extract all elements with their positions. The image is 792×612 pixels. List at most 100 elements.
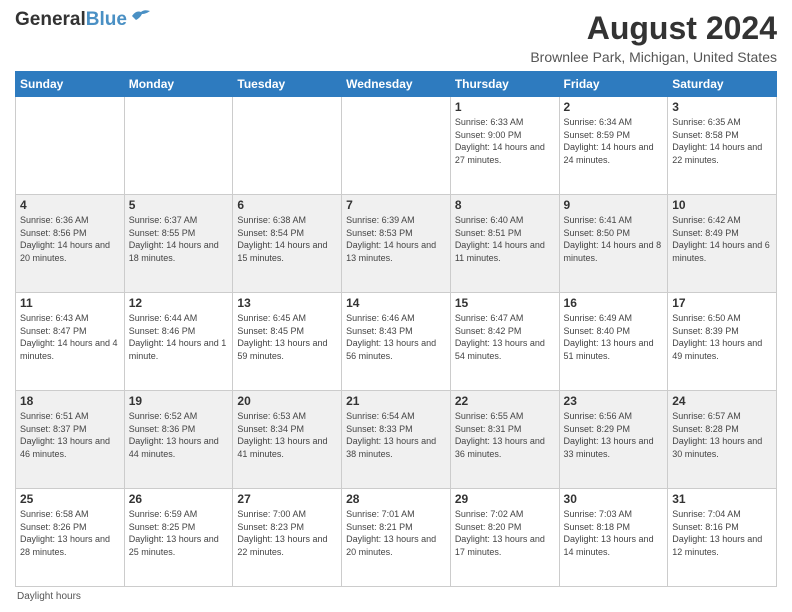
footer: Daylight hours bbox=[15, 591, 777, 602]
calendar-cell: 30Sunrise: 7:03 AM Sunset: 8:18 PM Dayli… bbox=[559, 489, 668, 587]
calendar-week-row: 4 Sunrise: 6:36 AM Sunset: 8:56 PM Daylig… bbox=[16, 195, 777, 293]
cell-data: Sunrise: 6:55 AM Sunset: 8:31 PM Dayligh… bbox=[455, 410, 555, 460]
calendar-week-row: 25Sunrise: 6:58 AM Sunset: 8:26 PM Dayli… bbox=[16, 489, 777, 587]
day-number: 15 bbox=[455, 296, 555, 310]
cell-data: Sunrise: 6:57 AM Sunset: 8:28 PM Dayligh… bbox=[672, 410, 772, 460]
calendar-cell: 17 Sunrise: 6:50 AM Sunset: 8:39 PM Dayli… bbox=[668, 293, 777, 391]
page: GeneralBlue August 2024 Brownlee Park, M… bbox=[0, 0, 792, 612]
cell-data: Sunrise: 6:43 AM Sunset: 8:47 PM Dayligh… bbox=[20, 312, 120, 362]
day-number: 9 bbox=[564, 198, 664, 212]
calendar-cell: 26 Sunrise: 6:59 AM Sunset: 8:25 PM Dayli… bbox=[124, 489, 233, 587]
day-number: 28 bbox=[346, 492, 446, 506]
calendar-cell: 8 Sunrise: 6:40 AM Sunset: 8:51 PM Daylig… bbox=[450, 195, 559, 293]
header: GeneralBlue August 2024 Brownlee Park, M… bbox=[15, 10, 777, 65]
calendar-header-thursday: Thursday bbox=[450, 72, 559, 97]
day-number: 7 bbox=[346, 198, 446, 212]
cell-data: Sunrise: 6:47 AM Sunset: 8:42 PM Dayligh… bbox=[455, 312, 555, 362]
calendar-week-row: 11 Sunrise: 6:43 AM Sunset: 8:47 PM Dayli… bbox=[16, 293, 777, 391]
day-number: 1 bbox=[455, 100, 555, 114]
cell-data: Sunrise: 6:59 AM Sunset: 8:25 PM Dayligh… bbox=[129, 508, 229, 558]
title-block: August 2024 Brownlee Park, Michigan, Uni… bbox=[530, 10, 777, 65]
location: Brownlee Park, Michigan, United States bbox=[530, 49, 777, 65]
calendar-cell: 6Sunrise: 6:38 AM Sunset: 8:54 PM Daylig… bbox=[233, 195, 342, 293]
calendar-cell: 23 Sunrise: 6:56 AM Sunset: 8:29 PM Dayli… bbox=[559, 391, 668, 489]
month-year: August 2024 bbox=[530, 10, 777, 47]
day-number: 17 bbox=[672, 296, 772, 310]
calendar-cell: 5Sunrise: 6:37 AM Sunset: 8:55 PM Daylig… bbox=[124, 195, 233, 293]
day-number: 13 bbox=[237, 296, 337, 310]
cell-data: Sunrise: 6:44 AM Sunset: 8:46 PM Dayligh… bbox=[129, 312, 229, 362]
calendar-cell: 1Sunrise: 6:33 AM Sunset: 9:00 PM Daylig… bbox=[450, 97, 559, 195]
cell-data: Sunrise: 6:36 AM Sunset: 8:56 PM Dayligh… bbox=[20, 214, 120, 264]
calendar-cell: 16Sunrise: 6:49 AM Sunset: 8:40 PM Dayli… bbox=[559, 293, 668, 391]
day-number: 8 bbox=[455, 198, 555, 212]
day-number: 22 bbox=[455, 394, 555, 408]
cell-data: Sunrise: 6:35 AM Sunset: 8:58 PM Dayligh… bbox=[672, 116, 772, 166]
calendar-cell: 20Sunrise: 6:53 AM Sunset: 8:34 PM Dayli… bbox=[233, 391, 342, 489]
calendar-cell bbox=[124, 97, 233, 195]
calendar-cell bbox=[233, 97, 342, 195]
logo: GeneralBlue bbox=[15, 10, 152, 30]
calendar-cell bbox=[342, 97, 451, 195]
calendar-cell: 7 Sunrise: 6:39 AM Sunset: 8:53 PM Daylig… bbox=[342, 195, 451, 293]
calendar-header-row: SundayMondayTuesdayWednesdayThursdayFrid… bbox=[16, 72, 777, 97]
day-number: 4 bbox=[20, 198, 120, 212]
calendar-header-friday: Friday bbox=[559, 72, 668, 97]
calendar-header-saturday: Saturday bbox=[668, 72, 777, 97]
calendar-cell: 4 Sunrise: 6:36 AM Sunset: 8:56 PM Daylig… bbox=[16, 195, 125, 293]
calendar-cell bbox=[16, 97, 125, 195]
logo-bird-icon bbox=[130, 8, 152, 24]
calendar-cell: 25Sunrise: 6:58 AM Sunset: 8:26 PM Dayli… bbox=[16, 489, 125, 587]
calendar-table: SundayMondayTuesdayWednesdayThursdayFrid… bbox=[15, 71, 777, 587]
day-number: 6 bbox=[237, 198, 337, 212]
calendar-cell: 28Sunrise: 7:01 AM Sunset: 8:21 PM Dayli… bbox=[342, 489, 451, 587]
cell-data: Sunrise: 6:42 AM Sunset: 8:49 PM Dayligh… bbox=[672, 214, 772, 264]
calendar-cell: 22 Sunrise: 6:55 AM Sunset: 8:31 PM Dayli… bbox=[450, 391, 559, 489]
calendar-cell: 2Sunrise: 6:34 AM Sunset: 8:59 PM Daylig… bbox=[559, 97, 668, 195]
logo-general: GeneralBlue bbox=[15, 10, 127, 30]
day-number: 16 bbox=[564, 296, 664, 310]
calendar-cell: 19 Sunrise: 6:52 AM Sunset: 8:36 PM Dayli… bbox=[124, 391, 233, 489]
calendar-cell: 14Sunrise: 6:46 AM Sunset: 8:43 PM Dayli… bbox=[342, 293, 451, 391]
day-number: 20 bbox=[237, 394, 337, 408]
calendar-cell: 24 Sunrise: 6:57 AM Sunset: 8:28 PM Dayli… bbox=[668, 391, 777, 489]
calendar-cell: 18Sunrise: 6:51 AM Sunset: 8:37 PM Dayli… bbox=[16, 391, 125, 489]
calendar-week-row: 1Sunrise: 6:33 AM Sunset: 9:00 PM Daylig… bbox=[16, 97, 777, 195]
day-number: 27 bbox=[237, 492, 337, 506]
day-number: 31 bbox=[672, 492, 772, 506]
day-number: 26 bbox=[129, 492, 229, 506]
calendar-cell: 29Sunrise: 7:02 AM Sunset: 8:20 PM Dayli… bbox=[450, 489, 559, 587]
day-number: 3 bbox=[672, 100, 772, 114]
calendar-cell: 13 Sunrise: 6:45 AM Sunset: 8:45 PM Dayli… bbox=[233, 293, 342, 391]
day-number: 21 bbox=[346, 394, 446, 408]
calendar-cell: 10 Sunrise: 6:42 AM Sunset: 8:49 PM Dayli… bbox=[668, 195, 777, 293]
calendar-cell: 12Sunrise: 6:44 AM Sunset: 8:46 PM Dayli… bbox=[124, 293, 233, 391]
cell-data: Sunrise: 6:39 AM Sunset: 8:53 PM Dayligh… bbox=[346, 214, 446, 264]
calendar-cell: 31 Sunrise: 7:04 AM Sunset: 8:16 PM Dayli… bbox=[668, 489, 777, 587]
day-number: 23 bbox=[564, 394, 664, 408]
day-number: 19 bbox=[129, 394, 229, 408]
cell-data: Sunrise: 6:51 AM Sunset: 8:37 PM Dayligh… bbox=[20, 410, 120, 460]
cell-data: Sunrise: 6:45 AM Sunset: 8:45 PM Dayligh… bbox=[237, 312, 337, 362]
cell-data: Sunrise: 7:00 AM Sunset: 8:23 PM Dayligh… bbox=[237, 508, 337, 558]
calendar-cell: 21 Sunrise: 6:54 AM Sunset: 8:33 PM Dayli… bbox=[342, 391, 451, 489]
day-number: 11 bbox=[20, 296, 120, 310]
cell-data: Sunrise: 6:56 AM Sunset: 8:29 PM Dayligh… bbox=[564, 410, 664, 460]
calendar-week-row: 18Sunrise: 6:51 AM Sunset: 8:37 PM Dayli… bbox=[16, 391, 777, 489]
calendar-header-tuesday: Tuesday bbox=[233, 72, 342, 97]
cell-data: Sunrise: 6:37 AM Sunset: 8:55 PM Dayligh… bbox=[129, 214, 229, 264]
day-number: 10 bbox=[672, 198, 772, 212]
cell-data: Sunrise: 6:58 AM Sunset: 8:26 PM Dayligh… bbox=[20, 508, 120, 558]
cell-data: Sunrise: 6:34 AM Sunset: 8:59 PM Dayligh… bbox=[564, 116, 664, 166]
calendar-cell: 27 Sunrise: 7:00 AM Sunset: 8:23 PM Dayli… bbox=[233, 489, 342, 587]
day-number: 24 bbox=[672, 394, 772, 408]
calendar-cell: 11 Sunrise: 6:43 AM Sunset: 8:47 PM Dayli… bbox=[16, 293, 125, 391]
calendar-cell: 3 Sunrise: 6:35 AM Sunset: 8:58 PM Daylig… bbox=[668, 97, 777, 195]
cell-data: Sunrise: 6:54 AM Sunset: 8:33 PM Dayligh… bbox=[346, 410, 446, 460]
cell-data: Sunrise: 6:52 AM Sunset: 8:36 PM Dayligh… bbox=[129, 410, 229, 460]
calendar-header-monday: Monday bbox=[124, 72, 233, 97]
cell-data: Sunrise: 7:04 AM Sunset: 8:16 PM Dayligh… bbox=[672, 508, 772, 558]
cell-data: Sunrise: 6:50 AM Sunset: 8:39 PM Dayligh… bbox=[672, 312, 772, 362]
cell-data: Sunrise: 6:40 AM Sunset: 8:51 PM Dayligh… bbox=[455, 214, 555, 264]
daylight-label: Daylight hours bbox=[17, 591, 81, 602]
